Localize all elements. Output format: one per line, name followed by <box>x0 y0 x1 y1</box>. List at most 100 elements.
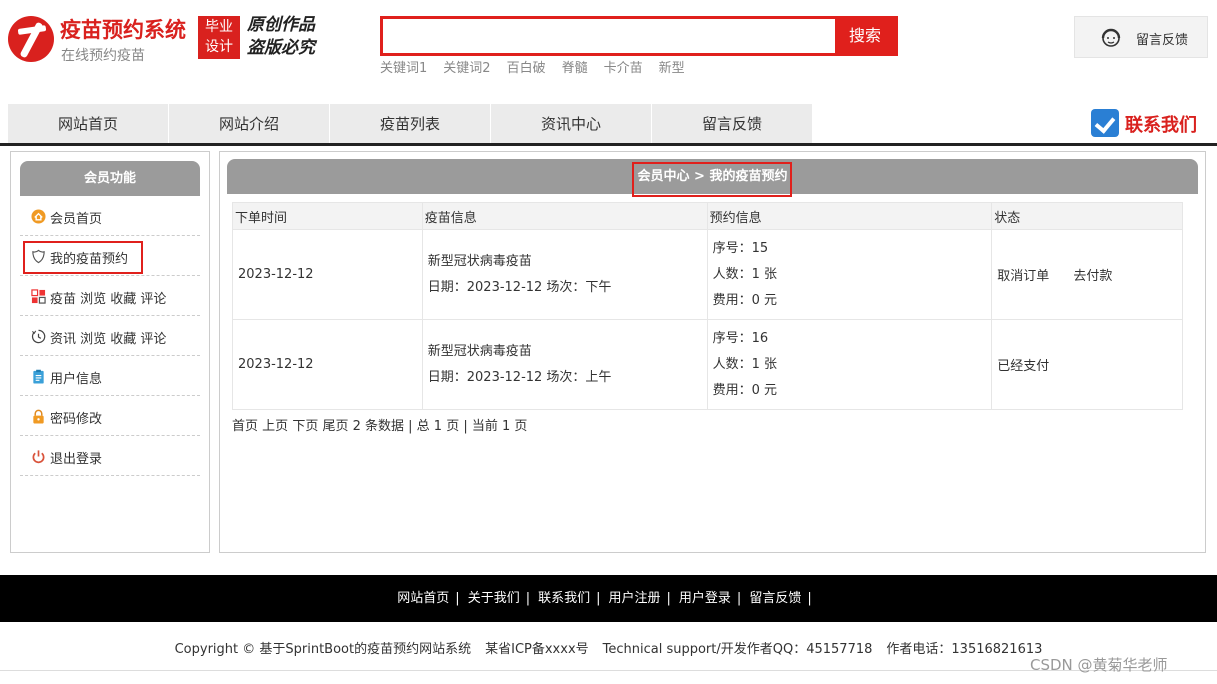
watermark: CSDN @黄菊华老师 <box>1030 656 1168 674</box>
booking-table: 下单时间 疫苗信息 预约信息 状态 2023-12-12 新型冠状病毒疫苗 日期… <box>232 202 1183 410</box>
footer-link-login[interactable]: 用户登录 <box>679 591 731 606</box>
lock-icon <box>33 409 44 424</box>
clock-icon <box>31 329 46 344</box>
vaccine-info-cell: 新型冠状病毒疫苗 日期：2023-12-12 场次：下午 <box>421 229 708 320</box>
vaccine-name: 新型冠状病毒疫苗 <box>427 253 532 269</box>
nav-item-home[interactable]: 网站首页 <box>8 104 169 144</box>
pay-link[interactable]: 去付款 <box>1073 269 1112 284</box>
original-work-stamp: 原创作品 盗版必究 <box>247 14 315 60</box>
footer-separator: | <box>455 591 460 606</box>
search-box: 搜索 <box>380 16 898 56</box>
footer-link-register[interactable]: 用户注册 <box>609 591 661 606</box>
vaccine-date: 日期：2023-12-12 场次：上午 <box>427 369 612 385</box>
status-cell: 取消订单 去付款 <box>991 229 1183 320</box>
next-page-link[interactable]: 下页 <box>292 419 318 434</box>
keyword-link[interactable]: 卡介苗 <box>604 61 643 76</box>
page-info: 2 条数据 | 总 1 页 | 当前 1 页 <box>352 419 528 434</box>
status-cell: 已经支付 <box>991 319 1183 410</box>
footer-separator: | <box>596 591 601 606</box>
original-line-2: 盗版必究 <box>247 38 315 58</box>
cancel-order-link[interactable]: 取消订单 <box>997 269 1049 284</box>
booking-people: 人数：1 张 <box>712 266 777 282</box>
booking-seq: 序号：15 <box>712 240 769 256</box>
feedback-label: 留言反馈 <box>1136 33 1189 48</box>
column-header: 下单时间 <box>232 202 423 230</box>
vaccine-name: 新型冠状病毒疫苗 <box>427 343 532 359</box>
booking-seq: 序号：16 <box>712 330 769 346</box>
footer-link-feedback[interactable]: 留言反馈 <box>749 591 801 606</box>
nav-item-news[interactable]: 资讯中心 <box>491 104 652 144</box>
nav-item-vaccines[interactable]: 疫苗列表 <box>330 104 491 144</box>
search-input[interactable] <box>383 19 835 53</box>
footer-separator: | <box>807 591 812 606</box>
status-text: 已经支付 <box>997 359 1050 374</box>
icp-text: 某省ICP备xxxx号 <box>485 642 589 657</box>
booking-info-cell: 序号：15 人数：1 张 费用：0 元 <box>706 229 993 320</box>
sidebar-item-user-info[interactable]: 用户信息 <box>20 356 200 396</box>
sidebar-item-vaccine-browse[interactable]: 疫苗 浏览 收藏 评论 <box>20 276 200 316</box>
highlight-box <box>632 162 792 197</box>
footer-link-about[interactable]: 关于我们 <box>468 591 520 606</box>
pagination: 首页 上页 下页 尾页 2 条数据 | 总 1 页 | 当前 1 页 <box>232 415 527 434</box>
order-time-cell: 2023-12-12 <box>232 319 423 410</box>
vaccine-info-cell: 新型冠状病毒疫苗 日期：2023-12-12 场次：上午 <box>421 319 708 410</box>
sidebar-item-password[interactable]: 密码修改 <box>20 396 200 436</box>
table-header-row: 下单时间 疫苗信息 预约信息 状态 <box>232 202 1183 230</box>
sidebar-item-label: 疫苗 浏览 收藏 评论 <box>50 292 167 307</box>
footer-separator: | <box>736 591 742 606</box>
footer-separator: | <box>525 591 531 606</box>
nav-divider <box>0 143 1217 146</box>
booking-people: 人数：1 张 <box>712 356 777 372</box>
footer-link-home[interactable]: 网站首页 <box>397 591 449 606</box>
power-icon <box>32 450 45 464</box>
headset-icon <box>1101 28 1121 47</box>
main-nav: 网站首页 网站介绍 疫苗列表 资讯中心 留言反馈 <box>8 104 813 144</box>
sidebar-item-news-browse[interactable]: 资讯 浏览 收藏 评论 <box>20 316 200 356</box>
first-page-link[interactable]: 首页 <box>232 419 258 434</box>
table-row: 2023-12-12 新型冠状病毒疫苗 日期：2023-12-12 场次：下午 … <box>232 229 1183 320</box>
column-header: 状态 <box>991 202 1183 230</box>
graduation-badge: 毕业 设计 <box>198 16 240 59</box>
site-title[interactable]: 疫苗预约系统 <box>60 14 186 44</box>
search-button[interactable]: 搜索 <box>835 19 895 53</box>
hot-keywords: 关键词1 关键词2 百白破 脊髓 卡介苗 新型 <box>380 57 701 76</box>
badge-line-1: 毕业 <box>205 19 233 35</box>
order-time-cell: 2023-12-12 <box>232 229 423 320</box>
feedback-button[interactable]: 留言反馈 <box>1074 16 1208 58</box>
site-subtitle: 在线预约疫苗 <box>61 48 145 64</box>
highlight-box <box>23 241 143 274</box>
sidebar-item-label: 密码修改 <box>50 412 103 427</box>
keyword-link[interactable]: 关键词2 <box>443 61 490 76</box>
keyword-link[interactable]: 脊髓 <box>562 61 588 76</box>
nav-item-about[interactable]: 网站介绍 <box>169 104 330 144</box>
sidebar-item-logout[interactable]: 退出登录 <box>20 436 200 476</box>
footer-link-contact[interactable]: 联系我们 <box>538 591 590 606</box>
keyword-link[interactable]: 关键词1 <box>380 61 427 76</box>
grid-icon <box>31 289 46 304</box>
footer-nav: 网站首页 | 关于我们 | 联系我们 | 用户注册 | 用户登录 | 留言反馈 | <box>0 575 1217 622</box>
keyword-link[interactable]: 新型 <box>659 61 685 76</box>
footer-separator: | <box>666 591 671 606</box>
phone-text: 作者电话：13516821613 <box>886 642 1043 657</box>
badge-line-2: 设计 <box>205 39 233 55</box>
contact-us-label: 联系我们 <box>1125 115 1197 136</box>
sidebar-item-label: 退出登录 <box>50 452 103 467</box>
home-icon <box>31 209 46 224</box>
check-icon <box>1091 109 1119 137</box>
main-panel: 会员中心 > 我的疫苗预约 下单时间 疫苗信息 预约信息 状态 2023-12-… <box>219 151 1206 553</box>
keyword-link[interactable]: 百白破 <box>507 61 546 76</box>
last-page-link[interactable]: 尾页 <box>322 419 348 434</box>
logo-icon[interactable] <box>8 16 54 62</box>
sidebar-menu: 会员首页 我的疫苗预约 疫苗 浏览 收藏 评论 资讯 浏览 收藏 评论 用户信息… <box>20 196 200 476</box>
booking-fee: 费用：0 元 <box>712 382 777 398</box>
original-line-1: 原创作品 <box>247 15 315 35</box>
prev-page-link[interactable]: 上页 <box>262 419 288 434</box>
nav-item-feedback[interactable]: 留言反馈 <box>652 104 813 144</box>
support-text: Technical support/开发作者QQ：45157718 <box>602 642 873 657</box>
sidebar-item-member-home[interactable]: 会员首页 <box>20 196 200 236</box>
member-sidebar: 会员功能 会员首页 我的疫苗预约 疫苗 浏览 收藏 评论 资讯 浏览 收藏 评论… <box>10 151 210 553</box>
copyright-text: Copyright © 基于SprintBoot的疫苗预约网站系统 <box>174 642 472 657</box>
table-row: 2023-12-12 新型冠状病毒疫苗 日期：2023-12-12 场次：上午 … <box>232 319 1183 410</box>
column-header: 疫苗信息 <box>421 202 708 230</box>
booking-fee: 费用：0 元 <box>712 292 777 308</box>
